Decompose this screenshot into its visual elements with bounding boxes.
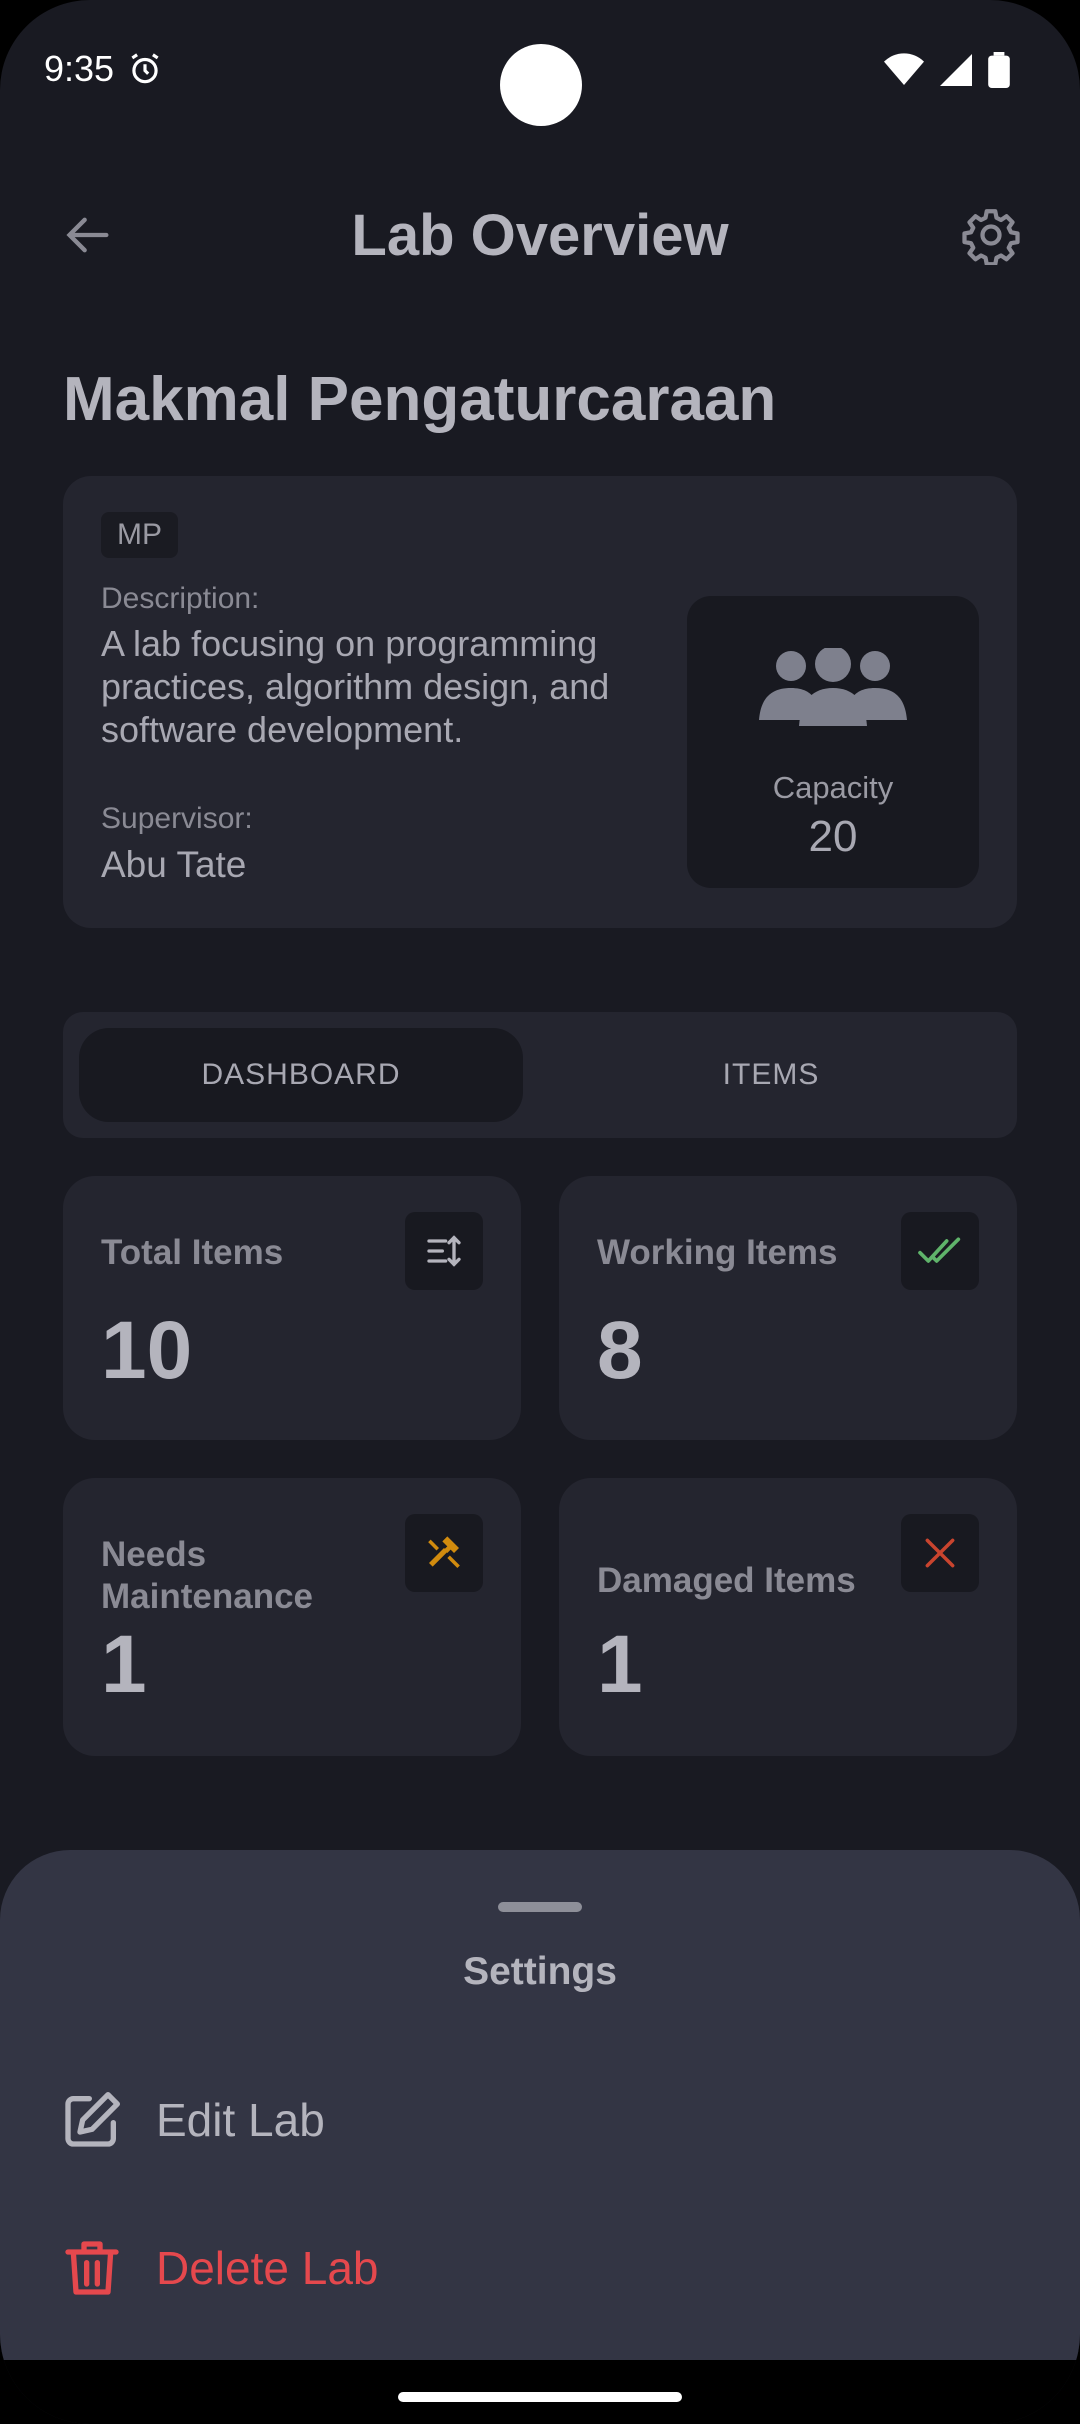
settings-button[interactable] <box>954 198 1028 272</box>
supervisor-name: Abu Tate <box>101 844 247 885</box>
stat-card-working-items: Working Items 8 <box>559 1176 1017 1440</box>
tab-items[interactable]: ITEMS <box>541 1028 1001 1122</box>
stat-icon-box <box>901 1212 979 1290</box>
home-gesture-handle[interactable] <box>398 2392 682 2402</box>
edit-lab-button[interactable]: Edit Lab <box>60 2070 1020 2170</box>
status-bar: 9:35 <box>0 0 1080 140</box>
sheet-drag-handle[interactable] <box>498 1902 582 1912</box>
delete-lab-button[interactable]: Delete Lab <box>60 2218 1020 2318</box>
capacity-value: 20 <box>808 812 858 861</box>
stat-card-damaged-items: Damaged Items 1 <box>559 1478 1017 1756</box>
lab-code-chip: MP <box>101 512 178 558</box>
stat-icon-box <box>901 1514 979 1592</box>
double-check-icon <box>918 1237 961 1263</box>
stat-label: Working Items <box>597 1233 838 1272</box>
system-nav-bar <box>0 2360 1080 2424</box>
stat-value: 1 <box>101 1619 147 1710</box>
group-icon <box>759 648 907 726</box>
stat-icon-box <box>405 1514 483 1592</box>
lab-info-card: MP Description: A lab focusing on progra… <box>63 476 1017 928</box>
stat-label: Damaged Items <box>597 1561 856 1600</box>
edit-icon <box>65 2092 120 2147</box>
tools-icon <box>428 1536 460 1568</box>
stat-icon-box <box>405 1212 483 1290</box>
trash-icon <box>65 2241 119 2295</box>
sheet-title: Settings <box>463 1950 617 1993</box>
supervisor-label: Supervisor: <box>101 802 253 835</box>
alarm-icon <box>131 53 159 84</box>
status-time: 9:35 <box>44 48 115 89</box>
stat-value: 8 <box>597 1305 643 1396</box>
settings-bottom-sheet: Settings Edit Lab Delete Lab <box>0 1850 1080 2360</box>
close-icon <box>925 1538 955 1568</box>
camera-cutout <box>500 44 582 126</box>
stat-value: 10 <box>101 1305 193 1396</box>
lab-name: Makmal Pengaturcaraan <box>63 365 777 434</box>
delete-lab-label: Delete Lab <box>156 2242 379 2294</box>
system-icons <box>884 52 1010 88</box>
edit-lab-label: Edit Lab <box>156 2094 325 2146</box>
capacity-label: Capacity <box>772 770 894 805</box>
gear-icon <box>962 209 1020 265</box>
stat-value: 1 <box>597 1619 643 1710</box>
page-title: Lab Overview <box>351 203 729 268</box>
stat-card-needs-maintenance: Needs Maintenance 1 <box>63 1478 521 1756</box>
stat-card-total-items: Total Items 10 <box>63 1176 521 1440</box>
wifi-icon <box>884 53 924 85</box>
description-text: A lab focusing on programming practices,… <box>101 623 610 750</box>
app-screen: 9:35 Lab Overview Makmal Pengaturcaraan … <box>0 0 1080 2424</box>
sort-icon <box>427 1235 461 1267</box>
stat-label: Needs Maintenance <box>101 1535 313 1616</box>
app-bar: Lab Overview <box>0 180 1080 290</box>
view-tabs: DASHBOARD ITEMS <box>63 1012 1017 1138</box>
description-label: Description: <box>101 582 260 615</box>
stat-label: Total Items <box>101 1233 284 1272</box>
battery-icon <box>988 52 1010 88</box>
signal-icon <box>940 54 972 86</box>
capacity-box: Capacity 20 <box>687 596 979 888</box>
tab-dashboard[interactable]: DASHBOARD <box>79 1028 523 1122</box>
